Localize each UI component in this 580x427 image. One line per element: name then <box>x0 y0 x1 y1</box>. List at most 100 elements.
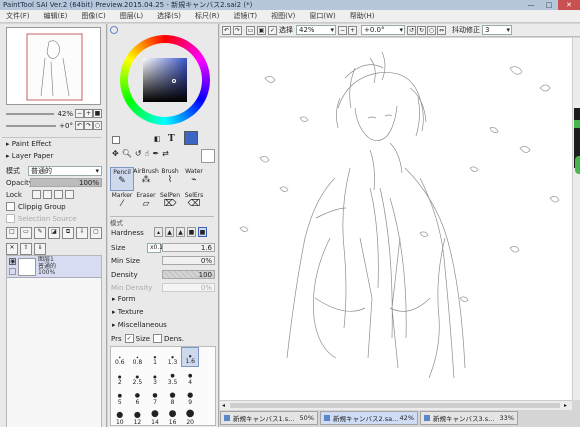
hardness-2-icon[interactable]: ▲ <box>165 227 174 237</box>
hardness-5-icon[interactable]: ■ <box>198 227 207 237</box>
layer-merge-down-icon[interactable]: ⇓ <box>34 243 46 255</box>
layer-copy-icon[interactable]: ⧉ <box>62 227 74 239</box>
primary-color-swatch[interactable] <box>184 131 198 145</box>
size-preset[interactable]: ● 2.5 <box>129 367 147 387</box>
opacity-slider[interactable]: 100% <box>30 178 102 187</box>
min-density-slider[interactable]: 0% <box>162 283 215 292</box>
size-preset[interactable]: ● 6 <box>129 387 147 407</box>
size-multiplier-select[interactable]: x0.1 <box>147 242 163 253</box>
hardness-4-icon[interactable]: ■ <box>187 227 196 237</box>
paint-effect-section[interactable]: ▸ Paint Effect <box>2 137 102 149</box>
redo-icon[interactable]: ↷ <box>233 25 242 35</box>
layer-delete-icon[interactable]: ✕ <box>6 243 18 255</box>
tool-eraser[interactable]: Eraser ▱ <box>134 191 158 215</box>
text-tool-icon[interactable]: T <box>168 134 175 144</box>
doc-tab-2[interactable]: 新規キャンバス2.sa... 42% <box>320 411 418 425</box>
selection-source-checkbox[interactable] <box>6 214 15 223</box>
swatch-toggle-icon[interactable] <box>112 136 120 144</box>
layer-paper-section[interactable]: ▸ Layer Paper <box>2 150 102 162</box>
tool-brush[interactable]: Brush ⌇ <box>158 167 182 191</box>
size-preset[interactable]: ● 0.8 <box>129 347 147 367</box>
tool-water[interactable]: Water ⌁ <box>182 167 206 191</box>
scroll-left-icon[interactable]: ◂ <box>222 402 228 409</box>
tool-airbrush[interactable]: AirBrush ⁂ <box>133 167 159 191</box>
eyedropper-icon[interactable]: ✒ <box>152 149 159 158</box>
menu-file[interactable]: 文件(F) <box>6 11 30 21</box>
horizontal-scrollbar[interactable]: ◂ ▸ <box>220 400 572 410</box>
size-preset[interactable]: ● 2 <box>111 367 129 387</box>
size-preset[interactable]: ● 0.6 <box>111 347 129 367</box>
saturation-value-square[interactable] <box>143 58 187 102</box>
tool-pencil[interactable]: Pencil ✎ <box>110 167 134 191</box>
size-preset[interactable]: ● 16 <box>164 407 182 425</box>
color-picker-handle[interactable] <box>172 79 176 83</box>
size-preset[interactable]: ● 4 <box>181 367 199 387</box>
zoom-select[interactable]: 42% ▾ <box>296 25 336 35</box>
deselect-icon[interactable]: ▭ <box>246 25 255 35</box>
layer-transfer-icon[interactable]: ⇧ <box>20 243 32 255</box>
size-preset[interactable]: ● 1.3 <box>164 347 182 367</box>
stabilizer-select[interactable]: 3 ▾ <box>482 25 512 35</box>
color-wheel-tab-icon[interactable] <box>110 26 118 34</box>
swap-color-icon[interactable]: ⇄ <box>162 149 169 158</box>
size-preset-selected[interactable]: ● 1.6 <box>181 347 199 367</box>
zoom-minus-button[interactable]: − <box>75 109 84 118</box>
zoom-in-icon[interactable]: + <box>348 25 357 35</box>
tool-selpen[interactable]: SelPen ⌦ <box>158 191 182 215</box>
size-preset[interactable]: ● 5 <box>111 387 129 407</box>
clipping-checkbox[interactable] <box>6 202 15 211</box>
rotate-slider[interactable] <box>6 124 57 127</box>
minimize-button[interactable]: — <box>522 0 540 10</box>
eye-icon[interactable]: ◉ <box>9 258 16 265</box>
menu-filter[interactable]: 滤镜(T) <box>233 11 257 21</box>
menu-edit[interactable]: 编辑(E) <box>44 11 68 21</box>
maximize-button[interactable]: □ <box>540 0 558 10</box>
new-vector-icon[interactable]: ✎ <box>34 227 46 239</box>
density-slider[interactable]: 100 <box>162 270 215 279</box>
rotate-ccw-icon[interactable]: ↺ <box>407 25 416 35</box>
undo-icon[interactable]: ↶ <box>222 25 231 35</box>
zoom-icon[interactable]: 🔍︎ <box>122 149 132 158</box>
zoom-reset-button[interactable]: ■ <box>93 109 102 118</box>
layer-row[interactable]: ◉ 图层1 普通的 100% <box>7 256 101 278</box>
lock-move-icon[interactable] <box>54 190 63 199</box>
rotate-left-button[interactable]: ↶ <box>75 121 84 130</box>
hardness-1-icon[interactable]: ▴ <box>154 227 163 237</box>
menu-help[interactable]: 帮助(H) <box>350 11 375 21</box>
rotate-cw-icon[interactable]: ↻ <box>417 25 426 35</box>
blend-mode-select[interactable]: 普通的 ▾ <box>28 165 102 176</box>
size-preset[interactable]: ● 12 <box>129 407 147 425</box>
size-preset[interactable]: ● 8 <box>164 387 182 407</box>
hand-icon[interactable]: ☝ <box>145 149 150 158</box>
scroll-right-icon[interactable]: ▸ <box>564 402 570 409</box>
layer-mask-icon[interactable]: ◪ <box>48 227 60 239</box>
selection-show-checkbox[interactable]: ✓ <box>268 25 277 35</box>
color-wheel[interactable] <box>120 35 210 125</box>
rotate-reset-icon[interactable]: ○ <box>427 25 436 35</box>
vertical-scrollbar[interactable] <box>572 38 580 400</box>
size-preset[interactable]: ● 20 <box>181 407 199 425</box>
rotate-reset-button[interactable]: ○ <box>93 121 102 130</box>
new-layer-icon[interactable]: □ <box>6 227 18 239</box>
doc-tab-3[interactable]: 新規キャンバス3.s... 33% <box>420 411 518 425</box>
lock-draw-icon[interactable] <box>43 190 52 199</box>
invert-select-icon[interactable]: ▣ <box>257 25 266 35</box>
new-folder-icon[interactable]: ▭ <box>20 227 32 239</box>
menu-window[interactable]: 窗口(W) <box>309 11 335 21</box>
layer-clear-icon[interactable]: ▢ <box>90 227 102 239</box>
size-preset[interactable]: ● 3.5 <box>164 367 182 387</box>
lock-transparency-icon[interactable] <box>32 190 41 199</box>
size-slider[interactable]: 1.6 <box>162 243 215 252</box>
density-pressure-checkbox[interactable] <box>153 334 162 343</box>
texture-section[interactable]: ▸ Texture <box>108 306 212 318</box>
size-preset[interactable]: ● 7 <box>146 387 164 407</box>
menu-image[interactable]: 图像(C) <box>81 11 105 21</box>
size-preset[interactable]: ● 3 <box>146 367 164 387</box>
zoom-plus-button[interactable]: + <box>84 109 93 118</box>
tool-marker[interactable]: Marker ⁄ <box>110 191 134 215</box>
size-preset[interactable]: ● 14 <box>146 407 164 425</box>
doc-tab-1[interactable]: 新規キャンバス1.s... 50% <box>220 411 318 425</box>
zoom-out-icon[interactable]: − <box>338 25 347 35</box>
flip-icon[interactable]: ⇔ <box>437 25 446 35</box>
close-button[interactable]: ✕ <box>558 0 580 10</box>
